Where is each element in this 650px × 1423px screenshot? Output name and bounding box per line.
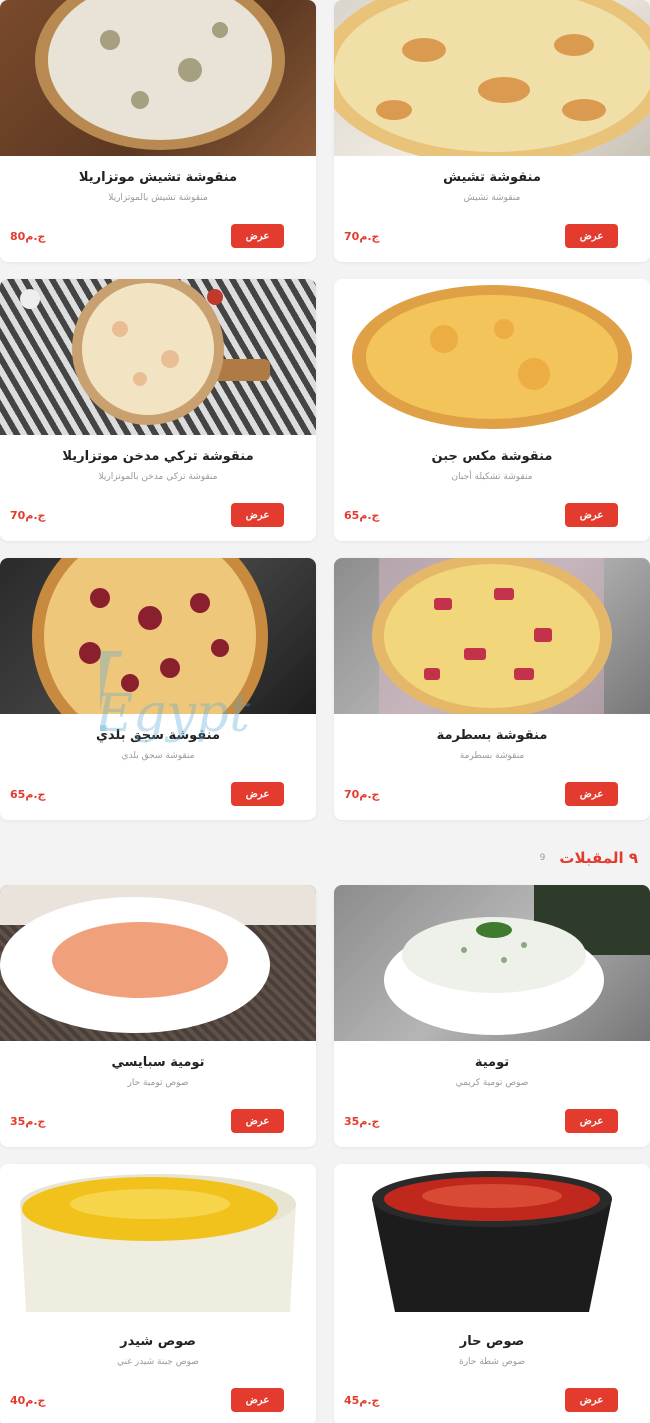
item-image xyxy=(0,279,316,435)
menu-card[interactable]: منقوشة تشيش موتزاريلا منقوشة تشيش بالموت… xyxy=(0,0,316,262)
menu-grid-appetizers: تومية صوص تومية كريمي عرض 35ج.م تومية سب… xyxy=(0,885,650,1423)
item-image xyxy=(334,1164,650,1320)
menu-card[interactable]: منقوشة تركي مدخن موتزاريلا منقوشة تركي م… xyxy=(0,279,316,541)
section-item-count: 9 xyxy=(539,853,546,863)
item-title: منقوشة تركي مدخن موتزاريلا xyxy=(62,449,254,464)
item-image xyxy=(334,279,650,435)
item-description: صوص جبنة شيدر غني xyxy=(117,1357,199,1367)
item-image xyxy=(0,558,316,714)
item-image xyxy=(334,885,650,1041)
item-title: صوص شيدر xyxy=(120,1334,196,1349)
menu-card[interactable]: منقوشة سجق بلدي منقوشة سجق بلدي عرض 65ج.… xyxy=(0,558,316,820)
view-button[interactable]: عرض xyxy=(565,782,618,806)
item-price: 70ج.م xyxy=(344,230,380,243)
menu-card[interactable]: تومية صوص تومية كريمي عرض 35ج.م xyxy=(334,885,650,1147)
view-button[interactable]: عرض xyxy=(565,503,618,527)
view-button[interactable]: عرض xyxy=(231,1109,284,1133)
menu-grid-pizza: منقوشة تشيش منقوشة تشيش عرض 70ج.م منقوشة… xyxy=(0,0,650,820)
item-image xyxy=(0,1164,316,1320)
item-description: صوص تومية كريمي xyxy=(455,1078,529,1088)
item-price: 45ج.م xyxy=(344,1394,380,1407)
view-button[interactable]: عرض xyxy=(565,224,618,248)
item-image xyxy=(0,0,316,156)
item-price: 65ج.م xyxy=(10,788,46,801)
item-description: منقوشة تشكيلة أجبان xyxy=(451,472,533,482)
item-title: منقوشة تشيش موتزاريلا xyxy=(78,170,238,185)
menu-card[interactable]: صوص شيدر صوص جبنة شيدر غني عرض 40ج.م xyxy=(0,1164,316,1423)
item-title: تومية xyxy=(474,1055,510,1070)
item-image xyxy=(334,558,650,714)
item-description: منقوشة تشيش xyxy=(463,193,521,203)
menu-card[interactable]: منقوشة بسطرمة منقوشة بسطرمة عرض 70ج.م xyxy=(334,558,650,820)
item-price: 65ج.م xyxy=(344,509,380,522)
view-button[interactable]: عرض xyxy=(231,782,284,806)
section-header[interactable]: ٩ المقبلات 9 xyxy=(8,846,638,870)
item-title: منقوشة مكس جبن xyxy=(431,449,553,464)
item-price: 70ج.م xyxy=(10,509,46,522)
menu-card[interactable]: منقوشة تشيش منقوشة تشيش عرض 70ج.م xyxy=(334,0,650,262)
item-price: 70ج.م xyxy=(344,788,380,801)
menu-card[interactable]: منقوشة مكس جبن منقوشة تشكيلة أجبان عرض 6… xyxy=(334,279,650,541)
view-button[interactable]: عرض xyxy=(231,1388,284,1412)
menu-card[interactable]: تومية سبايسي صوص تومية حار عرض 35ج.م xyxy=(0,885,316,1147)
item-description: منقوشة تركي مدخن بالموتزاريلا xyxy=(98,472,218,482)
item-image xyxy=(334,0,650,156)
item-description: منقوشة سجق بلدي xyxy=(121,751,195,761)
item-image xyxy=(0,885,316,1041)
view-button[interactable]: عرض xyxy=(565,1388,618,1412)
item-description: منقوشة بسطرمة xyxy=(459,751,525,761)
menu-card[interactable]: صوص حار صوص شطة حارة عرض 45ج.م xyxy=(334,1164,650,1423)
item-title: تومية سبايسي xyxy=(111,1055,205,1070)
view-button[interactable]: عرض xyxy=(231,224,284,248)
item-price: 35ج.م xyxy=(10,1115,46,1128)
item-price: 80ج.م xyxy=(10,230,46,243)
item-title: صوص حار xyxy=(459,1334,525,1349)
item-title: منقوشة بسطرمة xyxy=(436,728,548,743)
item-title: منقوشة سجق بلدي xyxy=(95,728,221,743)
item-description: صوص تومية حار xyxy=(127,1078,189,1088)
item-description: منقوشة تشيش بالموتزاريلا xyxy=(108,193,208,203)
view-button[interactable]: عرض xyxy=(565,1109,618,1133)
section-title: ٩ المقبلات xyxy=(559,849,638,867)
item-description: صوص شطة حارة xyxy=(458,1357,525,1367)
item-title: منقوشة تشيش xyxy=(443,170,541,185)
item-price: 40ج.م xyxy=(10,1394,46,1407)
view-button[interactable]: عرض xyxy=(231,503,284,527)
item-price: 35ج.م xyxy=(344,1115,380,1128)
